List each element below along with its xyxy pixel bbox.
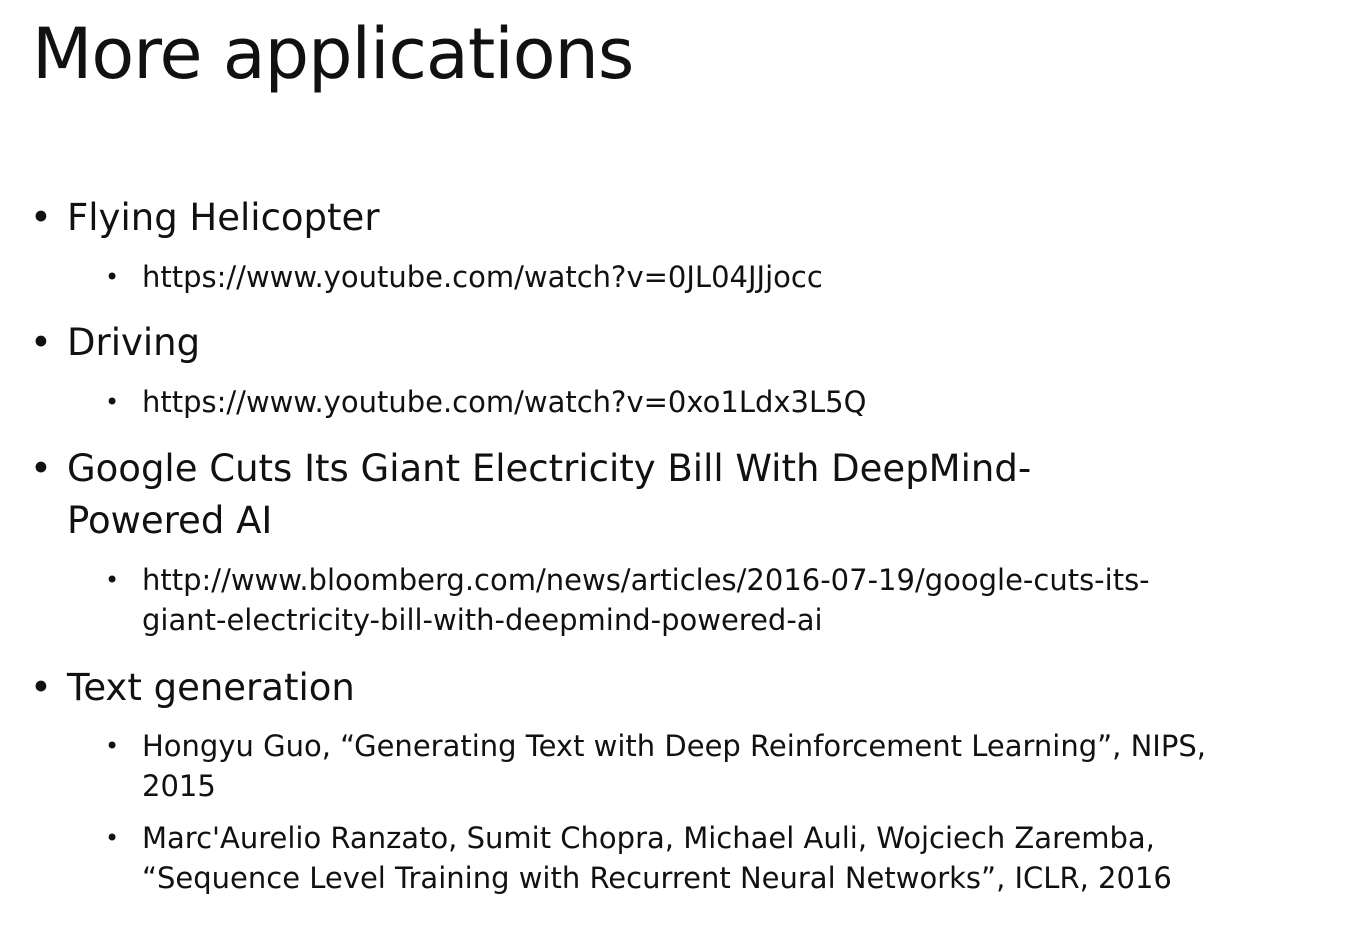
sub-bullet-driving-link: • https://www.youtube.com/watch?v=0xo1Ld… [105,382,1305,422]
bullet-item-driving: • Driving [30,317,1250,369]
bullet-dot-icon: • [30,196,52,239]
bullet-dot-icon: • [30,321,52,364]
bullet-item-label: Flying Helicopter [67,196,380,239]
slide-title: More applications [32,13,634,95]
sub-bullet-guo-reference: • Hongyu Guo, “Generating Text with Deep… [105,726,1305,806]
bullet-item-label: Text generation [67,666,355,709]
sub-bullet-helicopter-link: • https://www.youtube.com/watch?v=0JL04J… [105,257,1305,297]
reference-text-line1: Hongyu Guo, “Generating Text with Deep R… [142,729,1206,763]
bullet-dot-icon: • [30,447,52,490]
bullet-dot-icon: • [105,566,120,594]
bullet-dot-icon: • [105,824,120,852]
bullet-item-flying-helicopter: • Flying Helicopter [30,192,1250,244]
bullet-item-google-deepmind: • Google Cuts Its Giant Electricity Bill… [30,443,1250,547]
link-text-line2[interactable]: giant-electricity-bill-with-deepmind-pow… [142,600,1305,640]
bullet-item-label: Driving [67,321,201,364]
sub-bullet-ranzato-reference: • Marc'Aurelio Ranzato, Sumit Chopra, Mi… [105,818,1305,898]
reference-text-line2: “Sequence Level Training with Recurrent … [142,861,1172,895]
bullet-item-label-line1: Google Cuts Its Giant Electricity Bill W… [67,447,1032,490]
slide: More applications • Flying Helicopter • … [0,0,1346,926]
link-text[interactable]: https://www.youtube.com/watch?v=0xo1Ldx3… [142,382,1305,422]
bullet-dot-icon: • [30,666,52,709]
sub-bullet-bloomberg-link: • http://www.bloomberg.com/news/articles… [105,560,1305,640]
bullet-item-label-line2: Powered AI [67,499,273,542]
bullet-dot-icon: • [105,388,120,416]
bullet-dot-icon: • [105,263,120,291]
reference-text-line2: 2015 [142,769,216,803]
reference-text-line1: Marc'Aurelio Ranzato, Sumit Chopra, Mich… [142,821,1155,855]
link-text[interactable]: https://www.youtube.com/watch?v=0JL04JJj… [142,257,1305,297]
bullet-dot-icon: • [105,732,120,760]
bullet-item-text-generation: • Text generation [30,662,1250,714]
link-text-line1[interactable]: http://www.bloomberg.com/news/articles/2… [142,560,1305,600]
